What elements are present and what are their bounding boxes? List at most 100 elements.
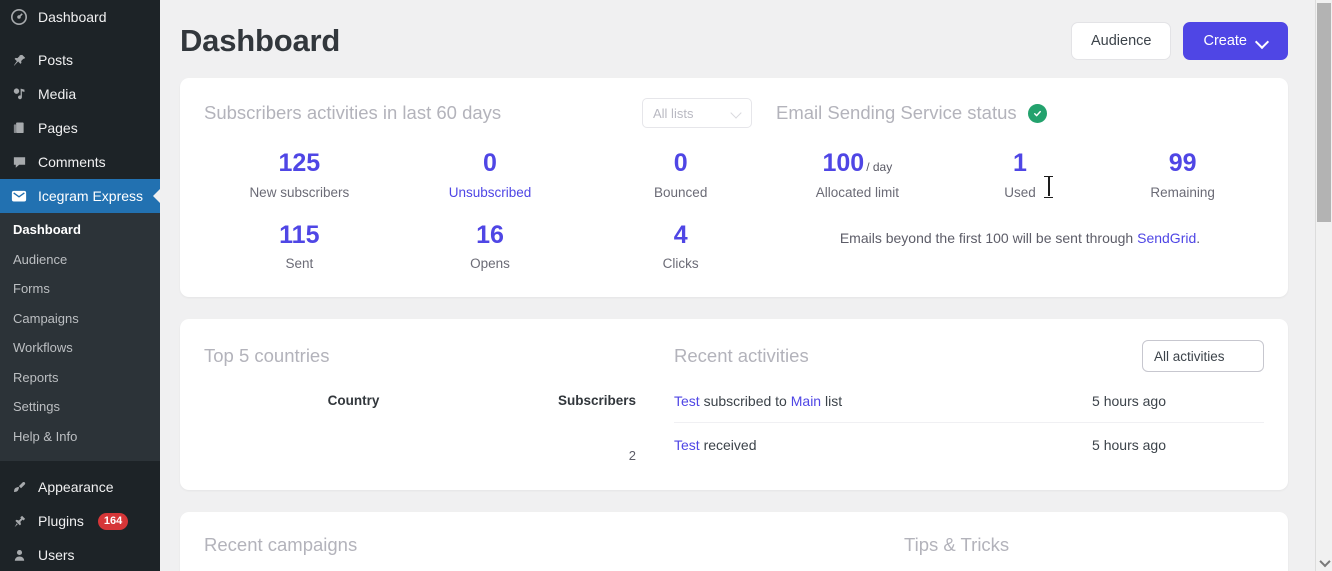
activity-timestamp: 5 hours ago: [1092, 437, 1166, 453]
column-header-subscribers: Subscribers: [557, 393, 636, 408]
sidebar-item-label: Icegram Express: [38, 188, 144, 204]
activity-middle-text: subscribed to: [699, 393, 791, 409]
activities-filter-value: All activities: [1154, 348, 1225, 364]
sidebar-item-label: Appearance: [38, 479, 114, 496]
create-button-label: Create: [1203, 33, 1247, 49]
icegram-submenu: Dashboard Audience Forms Campaigns Workf…: [0, 213, 160, 462]
submenu-item-dashboard[interactable]: Dashboard: [0, 215, 160, 245]
submenu-item-workflows[interactable]: Workflows: [0, 333, 160, 363]
sidebar-item-label: Posts: [38, 52, 74, 68]
stat-value: 0: [673, 149, 688, 177]
campaigns-tips-card: Recent campaigns Tips & Tricks: [180, 512, 1288, 571]
email-service-header: Email Sending Service status: [776, 102, 1047, 124]
stat-label: Sent: [285, 256, 314, 271]
countries-activities-card: Top 5 countries Country Subscribers 2 Re…: [180, 319, 1288, 490]
sidebar-item-users[interactable]: Users: [0, 538, 160, 571]
email-stats-row: 115 Sent 16 Opens 4 Clicks: [204, 200, 776, 271]
scroll-down-arrow-icon[interactable]: [1316, 554, 1332, 571]
list-filter-select[interactable]: All lists: [642, 98, 752, 128]
sidebar-divider: [0, 461, 160, 470]
stat-value: 16: [476, 220, 504, 249]
submenu-item-help-info[interactable]: Help & Info: [0, 422, 160, 452]
stat-used: 1 Used: [939, 128, 1102, 199]
media-icon: [9, 84, 29, 104]
page-title: Dashboard: [180, 23, 341, 58]
list-item: Test received 5 hours ago: [674, 423, 1264, 466]
list-filter-value: All lists: [653, 105, 694, 121]
stat-value: 115: [279, 220, 320, 249]
table-row: 2: [204, 414, 664, 463]
create-button[interactable]: Create: [1183, 22, 1288, 60]
sidebar-item-label: Dashboard: [38, 9, 107, 25]
stat-label: Clicks: [662, 256, 699, 271]
sidebar-item-pages[interactable]: Pages: [0, 111, 160, 145]
activities-filter-select[interactable]: All activities: [1142, 340, 1264, 372]
recent-activities-panel: Recent activities All activities Test su…: [674, 339, 1264, 466]
submenu-item-campaigns[interactable]: Campaigns: [0, 304, 160, 334]
submenu-item-reports[interactable]: Reports: [0, 363, 160, 393]
cell-subscribers: 2: [628, 448, 636, 463]
activity-middle-text: received: [699, 437, 757, 453]
activity-subject-link[interactable]: Test: [674, 437, 700, 453]
pages-icon: [9, 118, 29, 138]
chevron-down-icon: [1257, 36, 1268, 47]
stat-label: New subscribers: [249, 184, 350, 200]
stat-label-link[interactable]: Unsubscribed: [395, 185, 586, 200]
submenu-item-settings[interactable]: Settings: [0, 392, 160, 422]
sidebar-item-plugins[interactable]: Plugins 164: [0, 504, 160, 538]
top-countries-title: Top 5 countries: [204, 345, 330, 366]
activity-object-link[interactable]: Main: [791, 393, 821, 409]
stat-value: 0: [483, 149, 497, 177]
top-countries-header: Top 5 countries: [204, 339, 664, 373]
audience-button[interactable]: Audience: [1071, 22, 1172, 60]
stat-unit: / day: [866, 160, 893, 174]
stat-sent: 115 Sent: [204, 200, 395, 271]
submenu-item-audience[interactable]: Audience: [0, 245, 160, 275]
stat-unsubscribed: 0 Unsubscribed: [395, 128, 586, 200]
service-stats-columns: 100/ day Allocated limit 1 Used 99 Remai…: [776, 128, 1264, 271]
sidebar-item-dashboard[interactable]: Dashboard: [0, 0, 160, 34]
note-suffix: .: [1196, 229, 1201, 246]
sidebar-item-label: Comments: [38, 154, 106, 170]
sidebar-item-appearance[interactable]: Appearance: [0, 470, 160, 504]
subscriber-stats-row: 125 New subscribers 0 Unsubscribed 0 Bou…: [204, 128, 776, 200]
stat-number: 100: [822, 149, 865, 177]
activity-description: Test received: [674, 437, 757, 453]
stats-card-body: 125 New subscribers 0 Unsubscribed 0 Bou…: [204, 128, 1264, 271]
plug-icon: [9, 511, 29, 531]
activity-subject-link[interactable]: Test: [674, 393, 700, 409]
stat-label: Allocated limit: [815, 184, 899, 200]
note-prefix: Emails beyond the first 100 will be sent…: [839, 229, 1138, 246]
admin-sidebar: Dashboard Posts Media Pages Comments Ice…: [0, 0, 160, 571]
sidebar-item-media[interactable]: Media: [0, 77, 160, 111]
page-scrollbar[interactable]: [1315, 0, 1332, 571]
stat-clicks: 4 Clicks: [585, 200, 776, 271]
sidebar-item-icegram-express[interactable]: Icegram Express: [0, 179, 160, 213]
audience-button-label: Audience: [1091, 33, 1152, 49]
stat-bounced: 0 Bounced: [585, 128, 776, 199]
tips-tricks-title: Tips & Tricks: [904, 534, 1010, 555]
service-stats-row: 100/ day Allocated limit 1 Used 99 Remai…: [776, 128, 1264, 200]
recent-campaigns-panel: Recent campaigns: [204, 534, 904, 556]
sidebar-item-comments[interactable]: Comments: [0, 145, 160, 179]
sidebar-item-posts[interactable]: Posts: [0, 43, 160, 77]
cell-country: [204, 414, 455, 463]
stat-remaining: 99 Remaining: [1101, 128, 1264, 199]
stats-card-header: Subscribers activities in last 60 days A…: [204, 98, 1264, 128]
scrollbar-thumb[interactable]: [1317, 3, 1331, 222]
sending-service-note: Emails beyond the first 100 will be sent…: [776, 200, 1264, 246]
check-circle-icon: [1027, 103, 1047, 123]
main-content: Dashboard Audience Create Subscribers ac…: [160, 0, 1332, 571]
sendgrid-link[interactable]: SendGrid: [1137, 230, 1196, 246]
stat-value: 100/ day: [776, 149, 939, 178]
header-actions: Audience Create: [1071, 22, 1288, 60]
email-service-title: Email Sending Service status: [776, 102, 1017, 123]
sidebar-item-label: Media: [38, 86, 77, 102]
table-header-row: Country Subscribers: [204, 393, 664, 414]
activity-timestamp: 5 hours ago: [1092, 393, 1166, 409]
countries-table: Country Subscribers 2: [204, 393, 664, 463]
subscriber-stats-card: Subscribers activities in last 60 days A…: [180, 78, 1288, 297]
pin-icon: [9, 50, 29, 70]
submenu-item-forms[interactable]: Forms: [0, 274, 160, 304]
column-header-country: Country: [327, 393, 380, 408]
